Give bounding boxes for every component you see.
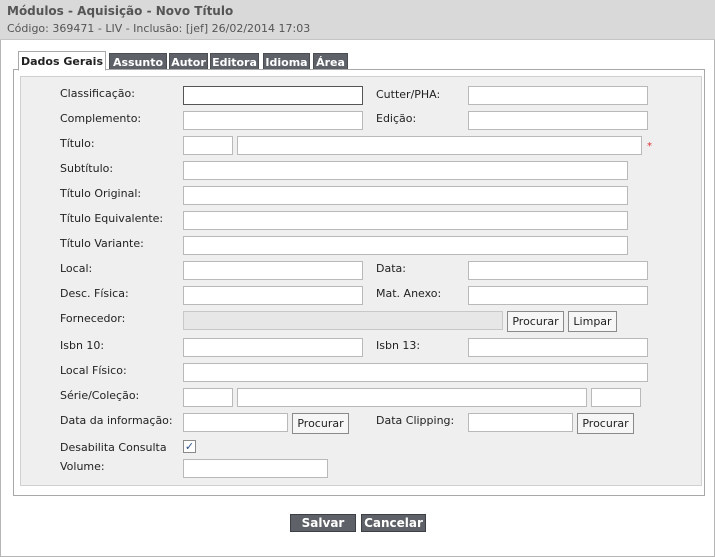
cancel-button[interactable]: Cancelar: [361, 514, 426, 532]
complemento-label: Complemento:: [60, 112, 142, 125]
desc-fisica-input[interactable]: [183, 286, 363, 305]
fornecedor-label: Fornecedor:: [60, 312, 126, 325]
titulo-input[interactable]: [237, 136, 642, 155]
data-informacao-label: Data da informação:: [60, 414, 173, 427]
fornecedor-limpar-button[interactable]: Limpar: [568, 311, 617, 332]
data-informacao-input[interactable]: [183, 413, 288, 432]
data-input[interactable]: [468, 261, 648, 280]
local-fisico-label: Local Físico:: [60, 364, 127, 377]
titulo-original-input[interactable]: [183, 186, 628, 205]
titulo-original-label: Título Original:: [60, 187, 142, 200]
fornecedor-input: [183, 311, 503, 330]
data-clipping-label: Data Clipping:: [376, 414, 455, 427]
complemento-input[interactable]: [183, 111, 363, 130]
titulo-variante-label: Título Variante:: [60, 237, 144, 250]
edicao-label: Edição:: [376, 112, 417, 125]
edicao-input[interactable]: [468, 111, 648, 130]
page-header: Módulos - Aquisição - Novo Título Código…: [0, 0, 715, 40]
tab-dados-gerais[interactable]: Dados Gerais: [18, 51, 106, 71]
serie-numero-input[interactable]: [591, 388, 641, 407]
desabilita-consulta-label: Desabilita Consulta: [60, 441, 167, 454]
data-label: Data:: [376, 262, 406, 275]
titulo-variante-input[interactable]: [183, 236, 628, 255]
titulo-label: Título:: [60, 137, 95, 150]
titulo-prefix-input[interactable]: [183, 136, 233, 155]
tab-area[interactable]: Área: [313, 53, 348, 70]
record-info: Código: 369471 - LIV - Inclusão: [jef] 2…: [7, 22, 311, 35]
titulo-equivalente-label: Título Equivalente:: [60, 212, 164, 225]
data-informacao-procurar-button[interactable]: Procurar: [292, 413, 349, 434]
fornecedor-procurar-button[interactable]: Procurar: [507, 311, 564, 332]
local-fisico-input[interactable]: [183, 363, 648, 382]
serie-colecao-label: Série/Coleção:: [60, 389, 140, 402]
isbn13-input[interactable]: [468, 338, 648, 357]
desabilita-consulta-checkbox[interactable]: ✓: [183, 440, 196, 453]
cutter-input[interactable]: [468, 86, 648, 105]
required-mark: *: [647, 141, 652, 152]
save-button[interactable]: Salvar: [290, 514, 356, 532]
serie-colecao-input[interactable]: [237, 388, 587, 407]
tab-editora[interactable]: Editora: [210, 53, 259, 70]
isbn13-label: Isbn 13:: [376, 339, 421, 352]
tab-idioma[interactable]: Idioma: [263, 53, 310, 70]
data-clipping-input[interactable]: [468, 413, 573, 432]
tab-assunto[interactable]: Assunto: [109, 53, 167, 70]
serie-prefix-input[interactable]: [183, 388, 233, 407]
subtitulo-label: Subtítulo:: [60, 162, 114, 175]
mat-anexo-label: Mat. Anexo:: [376, 287, 442, 300]
tab-autor[interactable]: Autor: [169, 53, 208, 70]
classificacao-label: Classificação:: [60, 87, 135, 100]
titulo-equivalente-input[interactable]: [183, 211, 628, 230]
local-input[interactable]: [183, 261, 363, 280]
subtitulo-input[interactable]: [183, 161, 628, 180]
page-title: Módulos - Aquisição - Novo Título: [7, 4, 234, 18]
isbn10-input[interactable]: [183, 338, 363, 357]
isbn10-label: Isbn 10:: [60, 339, 105, 352]
cutter-label: Cutter/PHA:: [376, 88, 441, 101]
classificacao-input[interactable]: [183, 86, 363, 105]
volume-label: Volume:: [60, 460, 105, 473]
volume-input[interactable]: [183, 459, 328, 478]
mat-anexo-input[interactable]: [468, 286, 648, 305]
data-clipping-procurar-button[interactable]: Procurar: [577, 413, 634, 434]
desc-fisica-label: Desc. Física:: [60, 287, 129, 300]
local-label: Local:: [60, 262, 93, 275]
